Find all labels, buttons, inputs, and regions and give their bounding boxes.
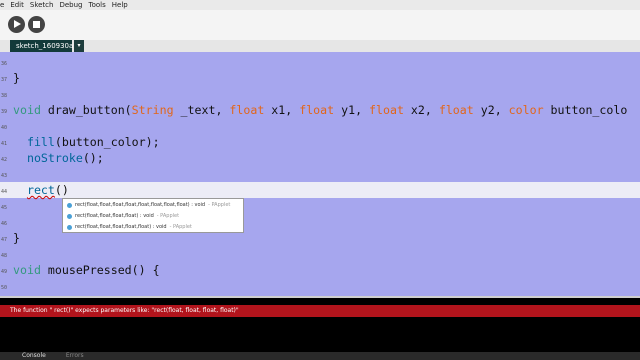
run-button[interactable] <box>8 16 25 33</box>
line-number: 48 <box>1 253 8 259</box>
code-type: color <box>508 103 544 117</box>
code-type: String <box>131 103 174 117</box>
line-number: 44 <box>1 189 8 195</box>
autocomplete-class: - PApplet <box>169 224 192 230</box>
autocomplete-item[interactable]: rect(float,float,float,float) : void - P… <box>67 211 179 221</box>
console-area[interactable] <box>0 317 640 352</box>
autocomplete-signature: rect(float,float,float,float) : void <box>75 213 154 219</box>
console-tabs: Console Errors <box>0 352 640 360</box>
menu-sketch[interactable]: Sketch <box>30 0 54 10</box>
autocomplete-class: - PApplet <box>208 202 231 208</box>
code-text: mousePressed <box>40 263 132 277</box>
code-text: y1, <box>334 103 370 117</box>
menu-edit[interactable]: Edit <box>10 0 24 10</box>
code-text: button_colo <box>543 103 628 117</box>
code-text: () { <box>131 263 160 277</box>
menu-file[interactable]: e <box>0 0 4 10</box>
code-line-39: void draw_button(String _text, float x1,… <box>13 103 627 117</box>
method-icon <box>67 213 72 219</box>
code-editor[interactable]: 36 37 38 39 40 41 42 43 44 45 46 47 48 4… <box>0 52 640 296</box>
tab-bar: sketch_160930a ▾ <box>0 40 640 52</box>
menu-bar: e Edit Sketch Debug Tools Help <box>0 0 640 10</box>
menu-tools[interactable]: Tools <box>89 0 106 10</box>
splitter[interactable] <box>0 296 640 298</box>
line-number: 40 <box>1 125 8 131</box>
code-line-42: noStroke(); <box>13 151 104 165</box>
tab-menu-arrow-icon[interactable]: ▾ <box>74 40 84 52</box>
line-number: 45 <box>1 205 8 211</box>
autocomplete-signature: rect(float,float,float,float,float) : vo… <box>75 224 167 230</box>
code-keyword: void <box>13 103 41 117</box>
line-number: 47 <box>1 237 8 243</box>
play-icon <box>14 20 21 28</box>
code-text: x2, <box>403 103 439 117</box>
code-type: float <box>369 103 404 117</box>
toolbar <box>0 10 640 40</box>
code-line-37: } <box>13 71 20 85</box>
code-keyword: void <box>13 263 41 277</box>
line-number: 43 <box>1 173 8 179</box>
code-line-47: } <box>13 231 20 245</box>
code-line-41: fill(button_color); <box>13 135 160 149</box>
menu-debug[interactable]: Debug <box>59 0 82 10</box>
code-text: y2, <box>473 103 509 117</box>
line-number: 36 <box>1 61 8 67</box>
tab-sketch[interactable]: sketch_160930a <box>10 40 73 52</box>
code-text: (button_color); <box>54 135 160 149</box>
code-function: fill <box>26 135 55 149</box>
code-text: } <box>13 231 20 245</box>
tab-console[interactable]: Console <box>22 352 46 360</box>
line-number: 49 <box>1 269 8 275</box>
code-function: noStroke <box>26 151 83 165</box>
method-icon <box>67 224 72 230</box>
line-number: 50 <box>1 285 8 291</box>
line-number: 41 <box>1 141 8 147</box>
menu-help[interactable]: Help <box>112 0 128 10</box>
code-text: _text, <box>173 103 230 117</box>
autocomplete-class: - PApplet <box>156 213 180 219</box>
line-number: 46 <box>1 221 8 227</box>
code-text: () <box>54 183 69 197</box>
line-number: 37 <box>1 77 8 83</box>
current-line-highlight <box>0 182 640 198</box>
code-text: draw_button( <box>40 103 132 117</box>
code-line-49: void mousePressed() { <box>13 263 160 277</box>
error-status-bar: The function " rect()" expects parameter… <box>0 305 640 317</box>
code-text: x1, <box>264 103 300 117</box>
autocomplete-item[interactable]: rect(float,float,float,float,float) : vo… <box>67 222 192 232</box>
code-type: float <box>438 103 474 117</box>
autocomplete-item[interactable]: rect(float,float,float,float,float,float… <box>67 200 230 210</box>
autocomplete-signature: rect(float,float,float,float,float,float… <box>75 202 206 208</box>
stop-button[interactable] <box>28 16 45 33</box>
method-icon <box>67 202 72 208</box>
tab-errors[interactable]: Errors <box>66 352 84 360</box>
line-number: 38 <box>1 93 8 99</box>
code-text: (); <box>82 151 104 165</box>
code-line-44: rect() <box>13 183 69 197</box>
autocomplete-popup: rect(float,float,float,float,float,float… <box>62 198 244 233</box>
line-number: 39 <box>1 109 8 115</box>
code-function-error: rect <box>26 183 55 197</box>
code-type: float <box>299 103 335 117</box>
code-type: float <box>229 103 265 117</box>
stop-icon <box>33 21 40 28</box>
code-text: } <box>13 71 20 85</box>
line-number: 42 <box>1 157 8 163</box>
